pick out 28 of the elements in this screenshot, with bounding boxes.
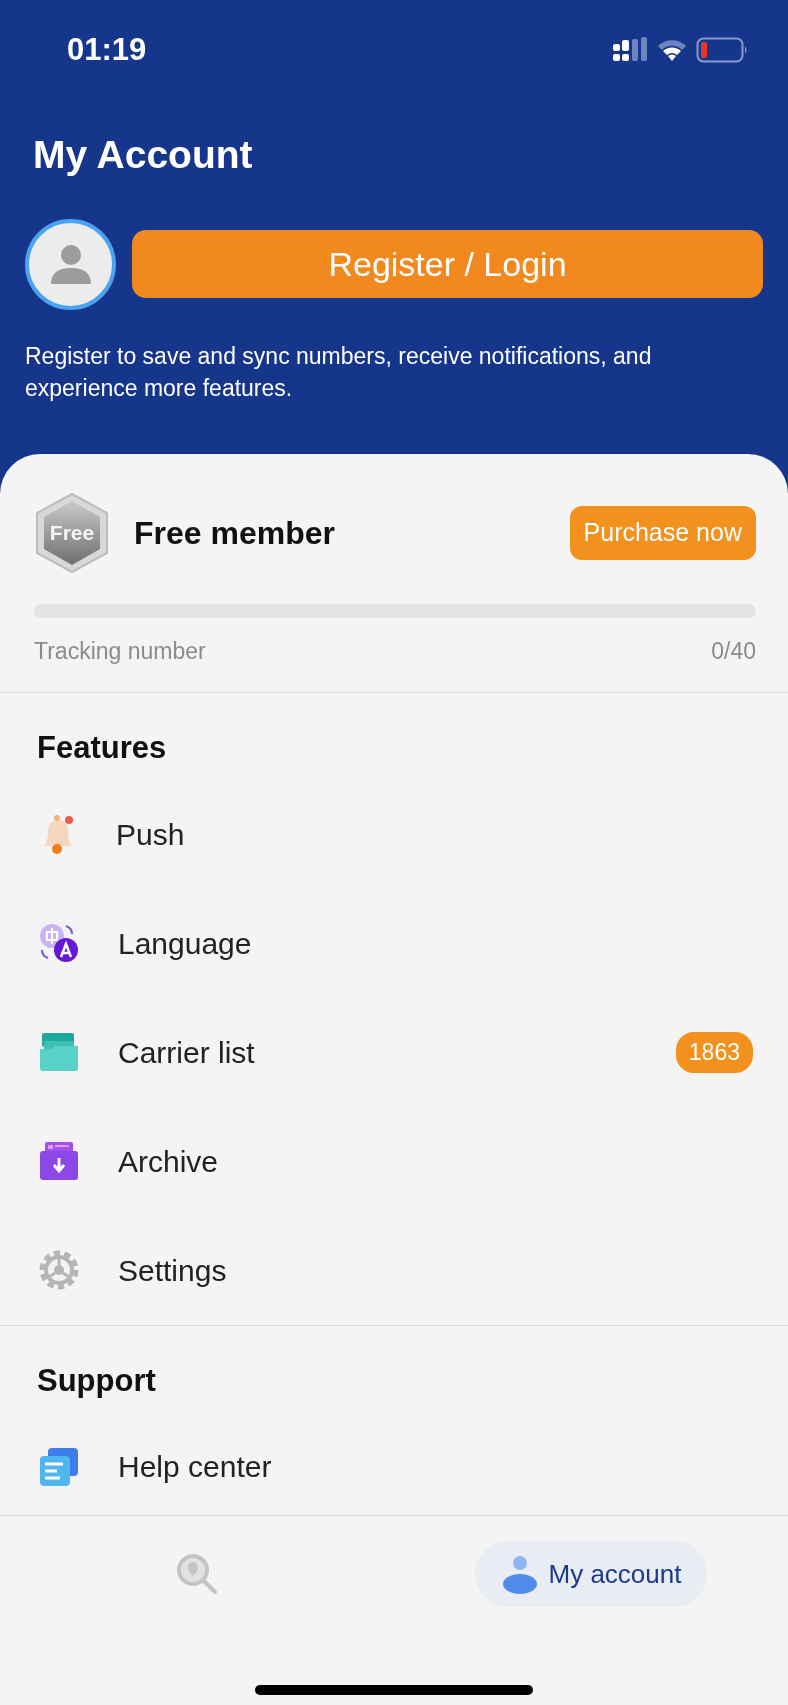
person-icon: [500, 1554, 539, 1594]
search-icon: [175, 1552, 219, 1596]
membership-title: Free member: [134, 513, 336, 553]
status-time: 01:19: [67, 30, 147, 69]
signal-icon: [612, 37, 648, 63]
menu-item[interactable]: Carrier list 1863: [0, 997, 788, 1107]
menu-item[interactable]: Help center: [0, 1412, 788, 1515]
translate-icon: [38, 922, 80, 965]
gear-icon: [38, 1249, 80, 1292]
progress-reading: 0/40: [711, 636, 756, 666]
menu-item[interactable]: Language: [0, 888, 788, 998]
folder-icon: [38, 1031, 80, 1074]
progress-label: Tracking number: [34, 636, 206, 666]
account-tab[interactable]: My account: [474, 1541, 708, 1607]
menu-item[interactable]: Archive: [0, 1106, 788, 1216]
person-icon: [48, 242, 93, 286]
membership-badge: Free: [34, 491, 110, 574]
count-badge: 1863: [675, 1032, 753, 1073]
description-text: Register to save and sync numbers, receive notifications, and experience more features.: [25, 341, 653, 403]
archive-icon: [38, 1140, 80, 1183]
page-title: My Account: [33, 132, 254, 178]
document-icon: [38, 1445, 80, 1488]
section-heading: Support: [37, 1361, 157, 1400]
menu-item[interactable]: Settings: [0, 1215, 788, 1325]
menu-item[interactable]: Push: [0, 779, 788, 889]
battery-icon: [696, 37, 748, 63]
section-heading: Features: [37, 729, 168, 768]
wifi-icon: [656, 38, 688, 62]
